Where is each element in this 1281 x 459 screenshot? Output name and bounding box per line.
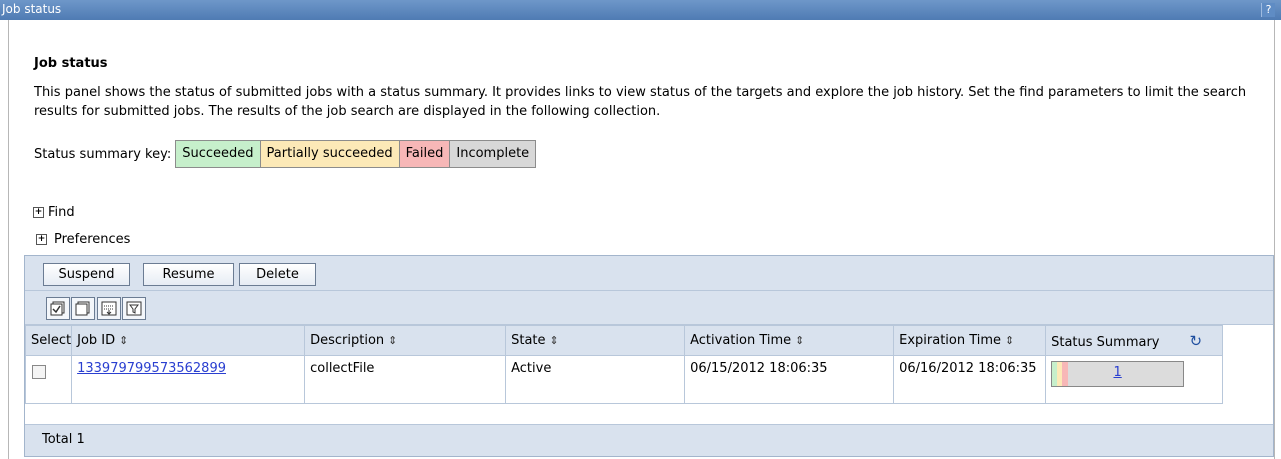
icon-toolbar — [25, 291, 1273, 325]
status-summary-link[interactable]: 1 — [1113, 365, 1121, 380]
delete-button[interactable]: Delete — [239, 263, 316, 286]
key-partially-succeeded: Partially succeeded — [260, 141, 400, 167]
preferences-section-toggle[interactable]: + Preferences — [36, 232, 130, 247]
description-cell: collectFile — [304, 355, 507, 404]
page-heading: Job status — [34, 56, 108, 71]
clear-filter-icon[interactable] — [122, 297, 146, 320]
page-description: This panel shows the status of submitted… — [34, 85, 1247, 119]
help-icon[interactable]: ? — [1261, 3, 1275, 17]
find-label: Find — [48, 205, 75, 220]
window-title: Job status — [2, 2, 62, 16]
select-all-icon[interactable] — [46, 297, 70, 320]
col-description[interactable]: Description ⇕ — [304, 325, 507, 356]
col-activation-time[interactable]: Activation Time ⇕ — [684, 325, 895, 356]
show-filter-icon[interactable] — [97, 297, 121, 320]
jobs-table: Select Job ID ⇕ Description ⇕ State ⇕ Activ… — [24, 325, 1224, 404]
col-state[interactable]: State ⇕ — [505, 325, 686, 356]
status-key-items: Succeeded Partially succeeded Failed Inc… — [175, 140, 537, 168]
sort-icon[interactable]: ⇕ — [1005, 334, 1014, 347]
expand-icon: + — [36, 234, 47, 245]
table-header-row: Select Job ID ⇕ Description ⇕ State ⇕ Activ… — [24, 325, 1224, 356]
sort-icon[interactable]: ⇕ — [550, 334, 559, 347]
jobs-collection-panel: Suspend Resume Delete Select Job ID ⇕ Des… — [24, 255, 1274, 457]
total-count: Total 1 — [42, 432, 85, 447]
key-succeeded: Succeeded — [176, 141, 261, 167]
find-section-toggle[interactable]: + Find — [33, 205, 75, 220]
deselect-all-icon[interactable] — [71, 297, 95, 320]
col-job-id[interactable]: Job ID ⇕ — [71, 325, 306, 356]
status-summary-key: Status summary key: Succeeded Partially … — [34, 140, 537, 168]
col-status-summary: Status Summary ↻ — [1045, 325, 1224, 356]
job-id-cell: 133979799573562899 — [71, 355, 306, 404]
resume-button[interactable]: Resume — [143, 263, 234, 286]
title-bar: Job status ? — [0, 0, 1281, 20]
job-id-link[interactable]: 133979799573562899 — [77, 361, 226, 376]
key-failed: Failed — [399, 141, 451, 167]
row-select-cell — [24, 355, 73, 404]
table-row: 133979799573562899 collectFile Active 06… — [24, 355, 1224, 404]
activation-time-cell: 06/15/2012 18:06:35 — [684, 355, 895, 404]
refresh-icon[interactable]: ↻ — [1190, 332, 1203, 350]
sort-icon[interactable]: ⇕ — [388, 334, 397, 347]
total-row: Total 1 — [25, 424, 1273, 456]
key-incomplete: Incomplete — [450, 141, 536, 167]
action-toolbar: Suspend Resume Delete — [25, 256, 1273, 291]
status-summary-bar: 1 — [1051, 361, 1185, 387]
status-key-label: Status summary key: — [34, 146, 172, 162]
expand-icon: + — [33, 207, 44, 218]
preferences-label: Preferences — [54, 232, 131, 247]
status-summary-cell: 1 — [1045, 355, 1224, 404]
row-checkbox[interactable] — [32, 365, 46, 379]
expiration-time-cell: 06/16/2012 18:06:35 — [893, 355, 1047, 404]
col-expiration-time[interactable]: Expiration Time ⇕ — [893, 325, 1047, 356]
suspend-button[interactable]: Suspend — [43, 263, 130, 286]
col-select: Select — [24, 325, 73, 356]
sort-icon[interactable]: ⇕ — [795, 334, 804, 347]
state-cell: Active — [505, 355, 686, 404]
sort-icon[interactable]: ⇕ — [119, 334, 128, 347]
